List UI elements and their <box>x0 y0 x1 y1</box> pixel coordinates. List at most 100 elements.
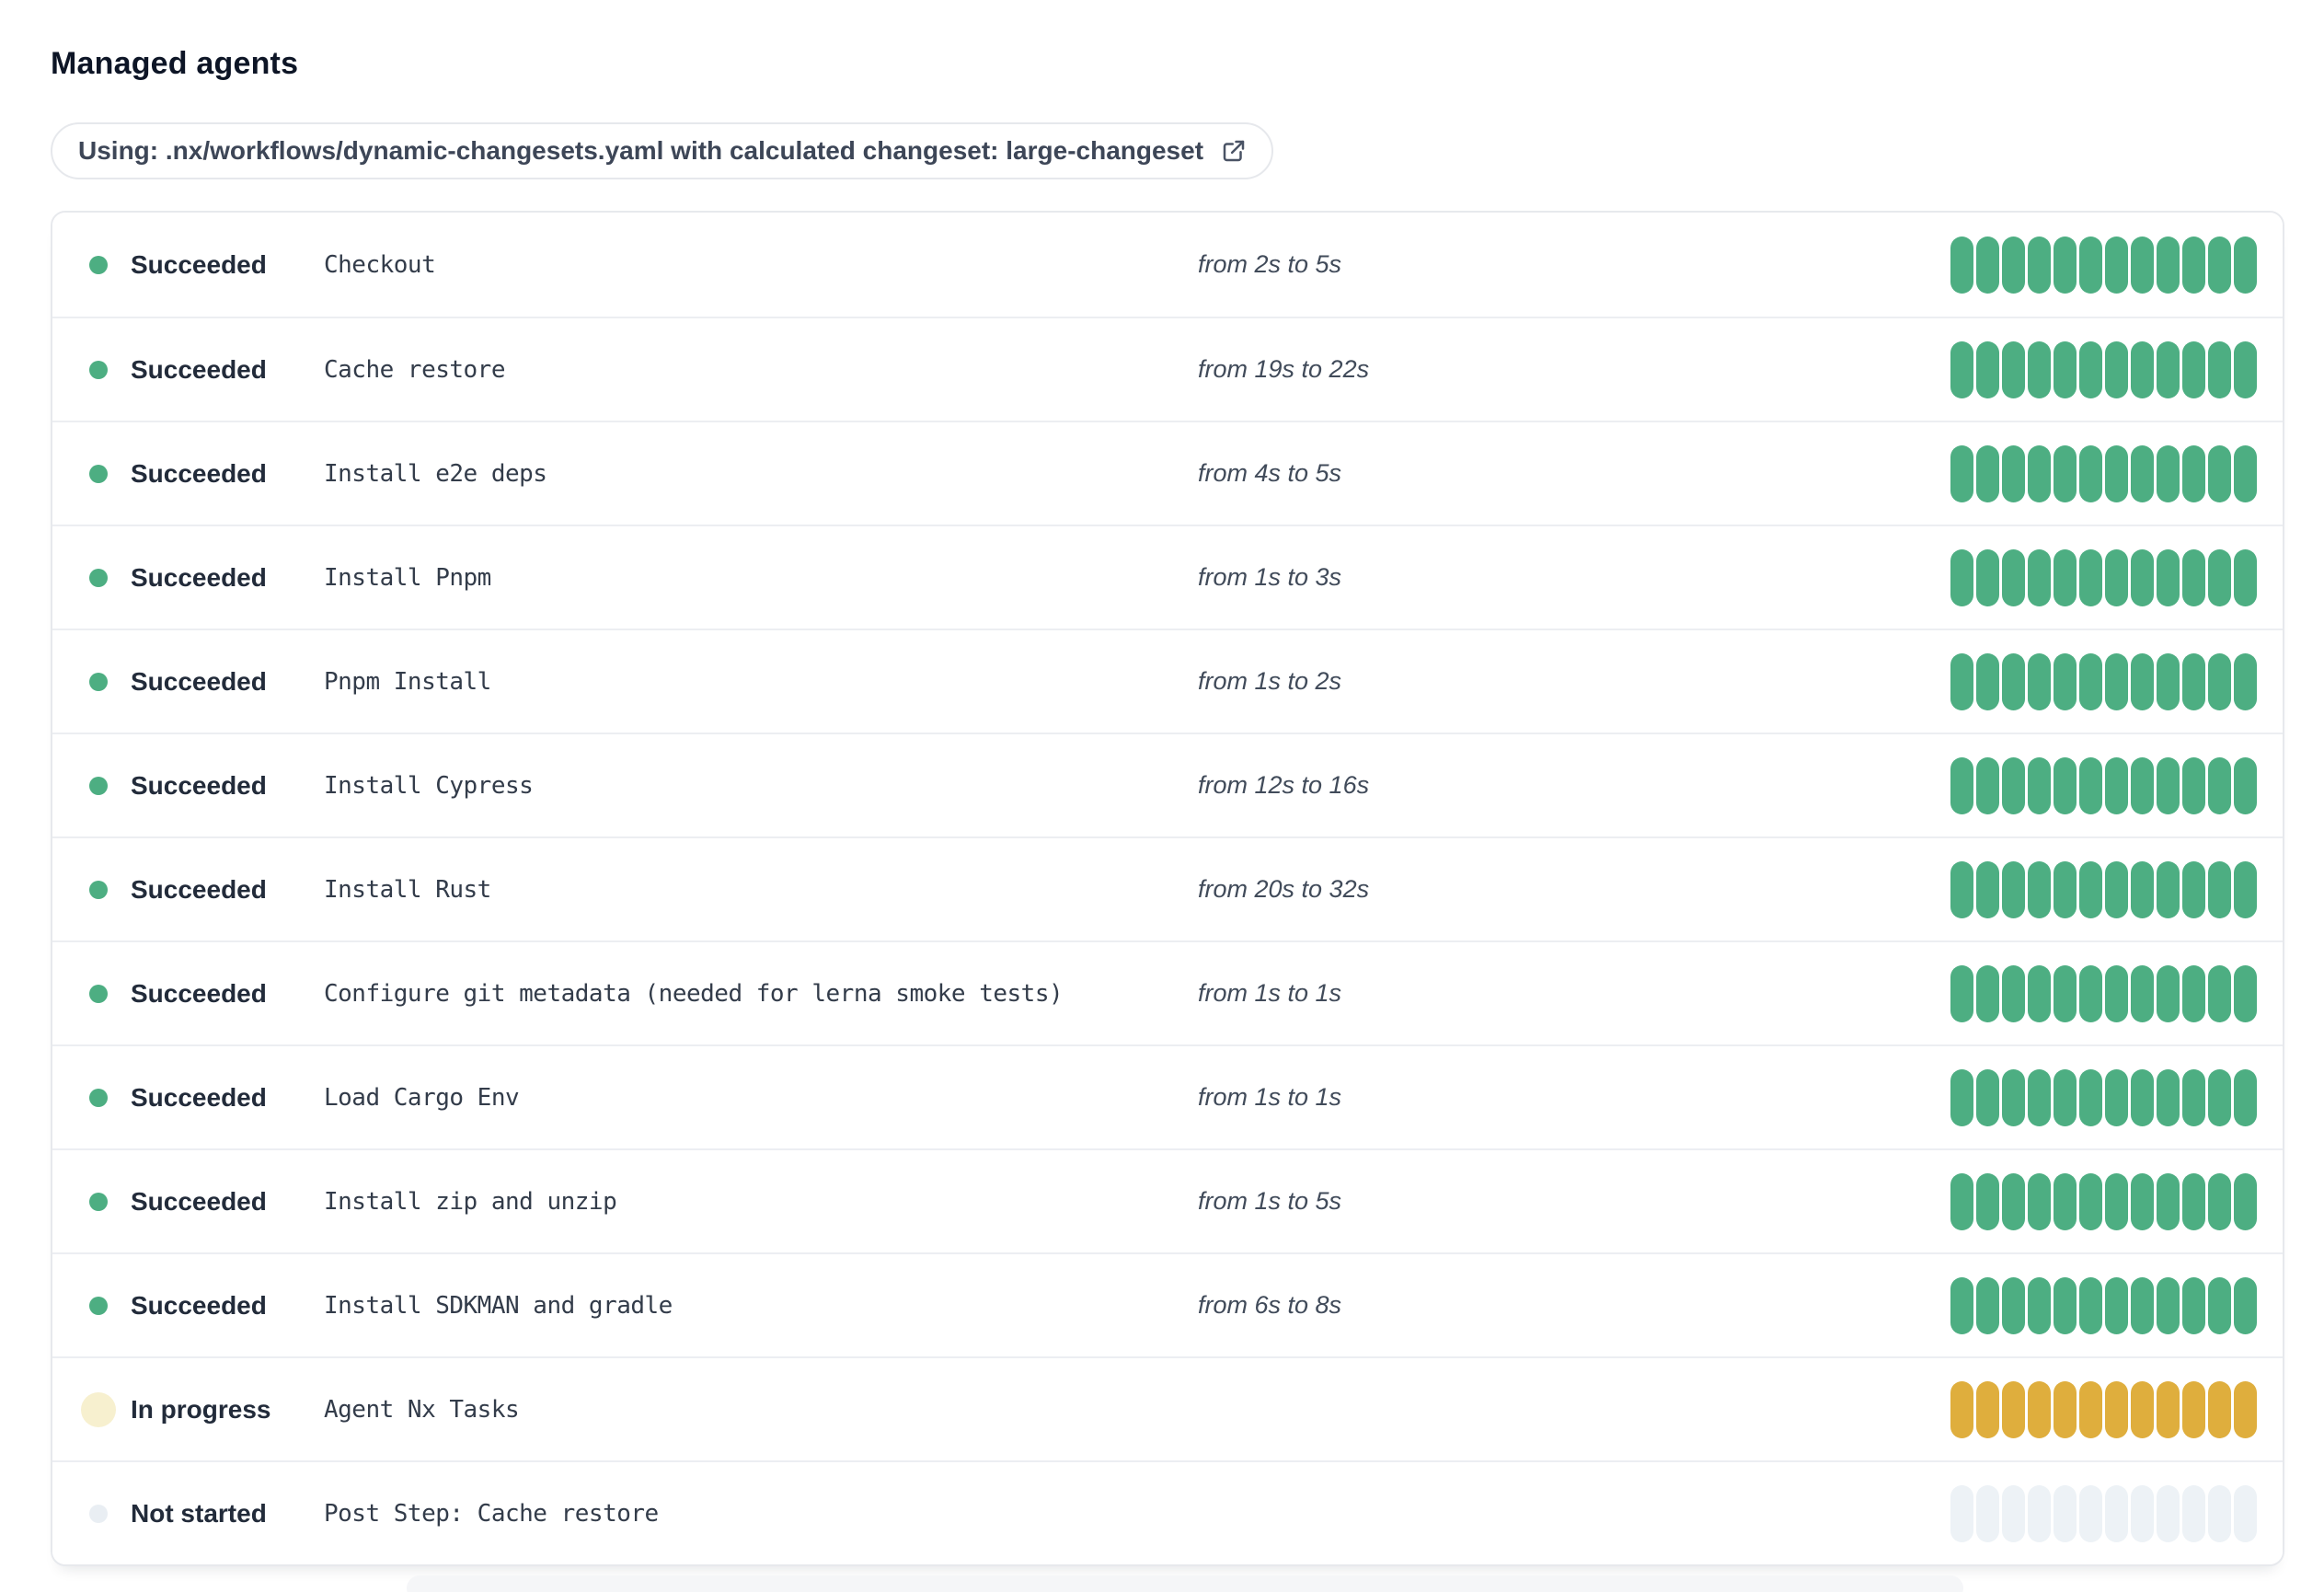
agent-row[interactable]: Succeeded Load Cargo Env from 1s to 1s <box>52 1044 2283 1148</box>
bar-segment <box>2028 444 2051 502</box>
bar-segment <box>2182 1484 2205 1542</box>
bar-segment <box>2182 1172 2205 1230</box>
bar-segment <box>2157 340 2180 398</box>
bar-segment <box>2157 1276 2180 1334</box>
bar-segment <box>2182 236 2205 294</box>
step-name: Install Rust <box>324 875 491 904</box>
bar-segment <box>2002 1276 2025 1334</box>
agent-row[interactable]: Succeeded Install zip and unzip from 1s … <box>52 1148 2283 1252</box>
agent-row[interactable]: Succeeded Install Cypress from 12s to 16… <box>52 733 2283 836</box>
page-title: Managed agents <box>51 46 299 81</box>
bar-segment <box>1950 1484 1973 1542</box>
bar-segment <box>1950 1276 1973 1334</box>
bar-segment <box>2182 756 2205 814</box>
external-link-icon[interactable] <box>1220 137 1248 165</box>
bar-segment <box>2182 548 2205 606</box>
bar-segment <box>2234 756 2257 814</box>
progress-bar <box>1950 1276 2257 1334</box>
bar-segment <box>2131 1484 2154 1542</box>
bar-segment <box>2105 1068 2128 1126</box>
bar-segment <box>2002 756 2025 814</box>
bar-segment <box>2079 340 2102 398</box>
progress-bar <box>1950 860 2257 918</box>
bar-segment <box>1976 236 1999 294</box>
agent-row[interactable]: Succeeded Checkout from 2s to 5s <box>52 213 2283 317</box>
bar-segment <box>2208 548 2231 606</box>
status-dot-halo <box>81 560 116 595</box>
agent-row[interactable]: Succeeded Install Rust from 20s to 32s <box>52 836 2283 940</box>
step-name: Post Step: Cache restore <box>324 1499 659 1528</box>
bar-segment <box>2157 860 2180 918</box>
bar-segment <box>2028 1380 2051 1438</box>
status-dot-halo <box>81 872 116 907</box>
status-label: Succeeded <box>131 249 267 279</box>
bar-segment <box>2131 548 2154 606</box>
status-dot-halo <box>81 456 116 491</box>
bar-segment <box>2234 1484 2257 1542</box>
bar-segment <box>2234 1068 2257 1126</box>
bar-segment <box>2079 652 2102 710</box>
bar-segment <box>2054 652 2077 710</box>
status-indicator <box>89 765 131 806</box>
step-name: Install e2e deps <box>324 459 547 488</box>
bar-segment <box>2208 236 2231 294</box>
bar-segment <box>2079 1068 2102 1126</box>
agent-row[interactable]: Succeeded Pnpm Install from 1s to 2s <box>52 629 2283 733</box>
agent-row[interactable]: Succeeded Install Pnpm from 1s to 3s <box>52 525 2283 629</box>
bar-segment <box>2157 1380 2180 1438</box>
bar-segment <box>2002 236 2025 294</box>
agent-row[interactable]: Succeeded Install SDKMAN and gradle from… <box>52 1252 2283 1356</box>
status-indicator <box>89 973 131 1014</box>
bar-segment <box>2131 1380 2154 1438</box>
bar-segment <box>2054 1484 2077 1542</box>
status-label: Succeeded <box>131 978 267 1008</box>
bar-segment <box>2157 548 2180 606</box>
status-indicator <box>89 869 131 910</box>
step-duration: from 1s to 1s <box>1198 1083 1342 1111</box>
workflow-banner[interactable]: Using: .nx/workflows/dynamic-changesets.… <box>51 122 1274 179</box>
status-dot-halo <box>81 1392 116 1427</box>
bar-segment <box>2105 340 2128 398</box>
agent-row[interactable]: Succeeded Cache restore from 19s to 22s <box>52 317 2283 421</box>
status-dot-halo <box>81 1080 116 1115</box>
agent-row[interactable]: Not started Post Step: Cache restore <box>52 1460 2283 1564</box>
status-dot-halo <box>81 1496 116 1531</box>
bar-segment <box>2234 1172 2257 1230</box>
status-indicator <box>89 1181 131 1222</box>
bar-segment <box>2131 652 2154 710</box>
agent-row[interactable]: Succeeded Install e2e deps from 4s to 5s <box>52 421 2283 525</box>
bar-segment <box>2208 444 2231 502</box>
status-indicator <box>89 453 131 494</box>
agent-row[interactable]: Succeeded Configure git metadata (needed… <box>52 940 2283 1044</box>
progress-bar <box>1950 756 2257 814</box>
progress-bar <box>1950 652 2257 710</box>
bar-segment <box>1976 1172 1999 1230</box>
progress-bar <box>1950 964 2257 1022</box>
bar-segment <box>2157 1172 2180 1230</box>
step-name: Agent Nx Tasks <box>324 1395 520 1424</box>
bar-segment <box>2079 1380 2102 1438</box>
bar-segment <box>2131 444 2154 502</box>
bar-segment <box>1976 964 1999 1022</box>
status-dot-halo <box>81 248 116 283</box>
step-name: Configure git metadata (needed for lerna… <box>324 979 1064 1008</box>
bar-segment <box>1950 1068 1973 1126</box>
bar-segment <box>1950 1380 1973 1438</box>
bar-segment <box>1950 756 1973 814</box>
step-duration: from 1s to 3s <box>1198 563 1342 591</box>
bar-segment <box>2208 1276 2231 1334</box>
bar-segment <box>2105 444 2128 502</box>
status-label: Not started <box>131 1498 267 1528</box>
bar-segment <box>2182 1380 2205 1438</box>
bar-segment <box>1976 652 1999 710</box>
bar-segment <box>2054 236 2077 294</box>
agent-list: Succeeded Checkout from 2s to 5s Succeed… <box>51 211 2284 1566</box>
bar-segment <box>2079 1172 2102 1230</box>
bar-segment <box>2182 340 2205 398</box>
bar-segment <box>2054 340 2077 398</box>
bar-segment <box>2208 1068 2231 1126</box>
status-indicator <box>81 1389 131 1430</box>
agent-row[interactable]: In progress Agent Nx Tasks <box>52 1356 2283 1460</box>
status-label: Succeeded <box>131 666 267 696</box>
status-label: Succeeded <box>131 1290 267 1320</box>
